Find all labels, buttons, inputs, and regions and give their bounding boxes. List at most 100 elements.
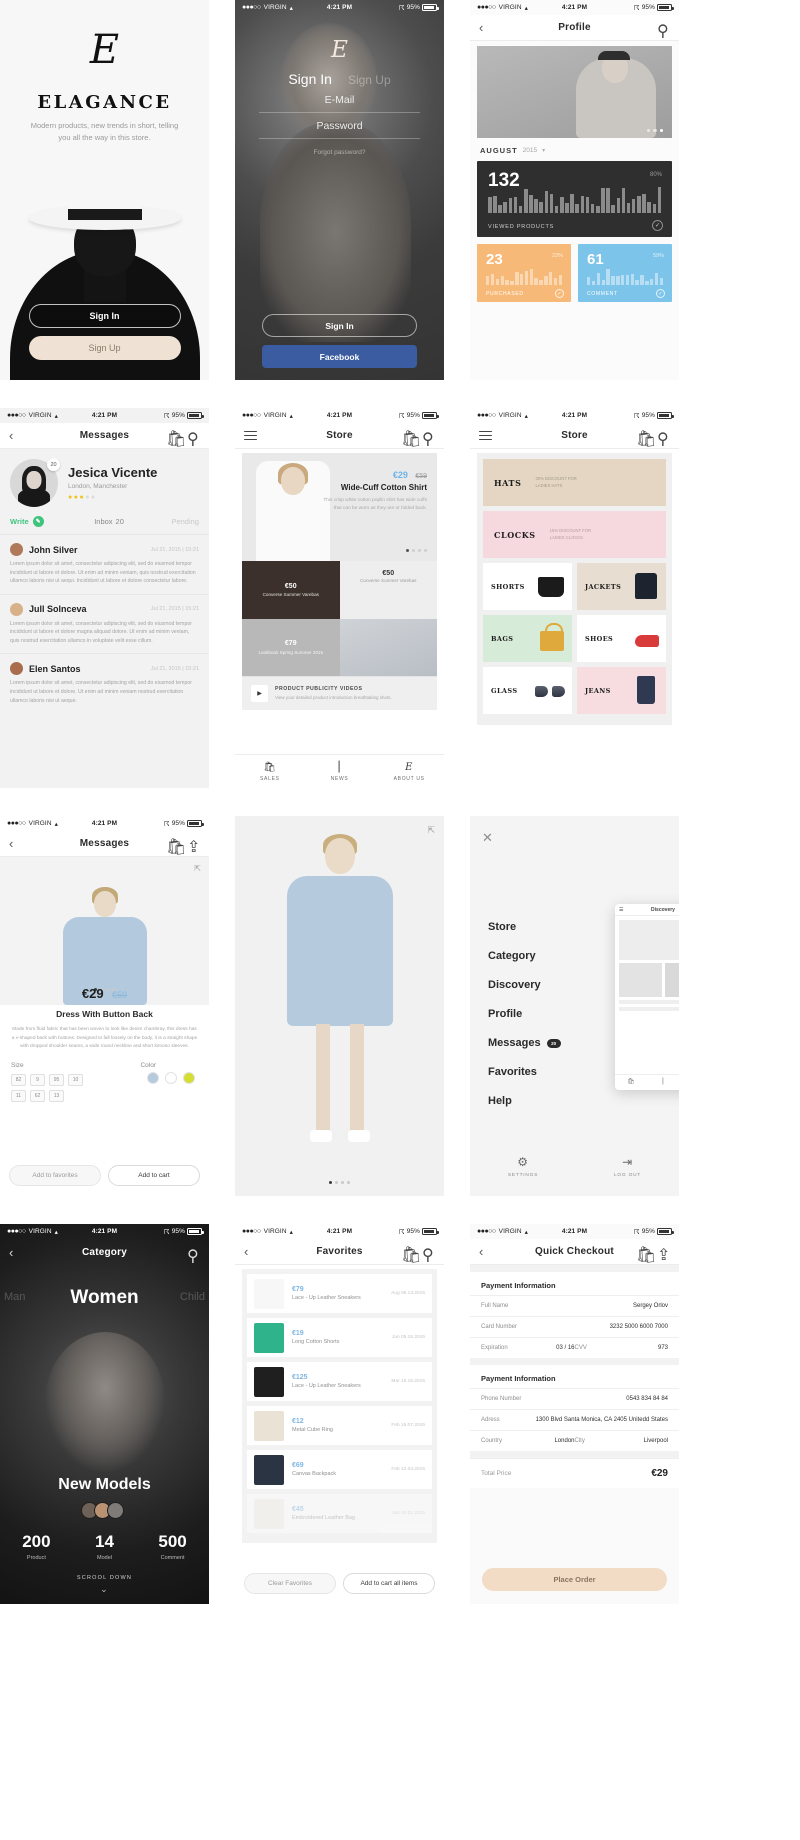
tab-pending[interactable]: Pending: [171, 517, 199, 526]
size-option[interactable]: 9: [30, 1073, 45, 1086]
category-card-bags[interactable]: BAGS: [483, 615, 572, 662]
list-item[interactable]: €125 Lace - Up Leather Sneakers Mar 15.1…: [247, 1362, 432, 1401]
place-order-button[interactable]: Place Order: [482, 1568, 667, 1591]
add-to-favorites-button[interactable]: Add to favorites: [9, 1165, 101, 1186]
color-swatch[interactable]: [147, 1071, 159, 1084]
settings-button[interactable]: ⚙ SETTINGS: [508, 1155, 538, 1178]
category-card-hats[interactable]: HATS 30% DISCOUNT FOR LADIES HATS: [483, 459, 666, 506]
bag-icon[interactable]: 🛍: [401, 429, 421, 448]
search-icon[interactable]: ⚲: [657, 429, 670, 448]
tab-news[interactable]: ⎮ NEWS: [305, 762, 375, 782]
video-promo[interactable]: ▶ PRODUCT PUBLICITY VIDEOS View your det…: [242, 676, 437, 710]
field-address[interactable]: Adress 1300 Blvd Santa Monica, CA 2405 U…: [470, 1409, 679, 1430]
size-option[interactable]: 95: [49, 1073, 64, 1086]
field-card-number[interactable]: Card Number 3232 5000 6000 7000: [470, 1316, 679, 1337]
search-icon[interactable]: ⚲: [187, 1246, 200, 1265]
product-tile[interactable]: €50 Converse Summer Varebas: [339, 561, 437, 619]
category-card-shoes[interactable]: SHOES: [577, 615, 666, 662]
category-prev[interactable]: Man: [4, 1291, 25, 1303]
carousel-dots[interactable]: [235, 1180, 444, 1184]
field-expiration-cvv[interactable]: Expiration 03 / 16 CVV 973: [470, 1337, 679, 1358]
category-card-shorts[interactable]: SHORTS: [483, 563, 572, 610]
product-photo[interactable]: [286, 834, 394, 1168]
list-item[interactable]: €45 Embroidered Leather Bag Jan 10.01.20…: [247, 1494, 432, 1533]
facebook-login-button[interactable]: Facebook: [262, 345, 417, 368]
bag-icon[interactable]: 🛍: [166, 429, 186, 448]
color-swatch[interactable]: [183, 1071, 195, 1084]
expand-icon[interactable]: ⇱: [427, 825, 435, 836]
menu-item-category[interactable]: Category: [488, 950, 561, 962]
size-option[interactable]: 13: [49, 1089, 64, 1102]
tab-sales[interactable]: 🛍 SALES: [235, 762, 305, 782]
share-icon[interactable]: ⇪: [187, 837, 200, 856]
clear-favorites-button[interactable]: Clear Favorites: [244, 1573, 336, 1594]
sign-in-button[interactable]: Sign In: [262, 314, 417, 337]
list-item[interactable]: €69 Canvas Backpack Feb 12.04.2015: [247, 1450, 432, 1489]
play-icon[interactable]: ▶: [251, 685, 268, 702]
list-item[interactable]: Elen Santos Jul 21, 2015 | 15:21 Lorem i…: [0, 653, 209, 714]
product-tile[interactable]: €79 Lookbook Spring Summer 2015: [242, 618, 340, 676]
tab-write[interactable]: Write ✎: [10, 516, 44, 527]
search-icon[interactable]: ⚲: [657, 21, 670, 40]
sign-up-button[interactable]: Sign Up: [28, 336, 181, 360]
stat-card-comment[interactable]: 61 59% COMMENT ✓: [578, 244, 672, 302]
bag-icon[interactable]: 🛍: [636, 429, 656, 448]
tab-about-us[interactable]: E ABOUT US: [374, 762, 444, 782]
list-item[interactable]: Jull Solnceva Jul 21, 2015 | 15:21 Lorem…: [0, 593, 209, 654]
list-item[interactable]: €79 Lace - Up Leather Sneakers Aug 06.13…: [247, 1274, 432, 1313]
model-avatars[interactable]: [0, 1502, 209, 1519]
expand-icon[interactable]: ⇱: [194, 864, 201, 873]
bag-icon[interactable]: 🛍: [401, 1245, 421, 1264]
product-photo[interactable]: ⇱: [0, 857, 209, 1005]
list-item[interactable]: John Silver Jul 21, 2015 | 15:21 Lorem i…: [0, 534, 209, 594]
tab-sign-up[interactable]: Sign Up: [348, 73, 391, 87]
field-country-city[interactable]: Country London City Liverpool: [470, 1430, 679, 1451]
bag-icon[interactable]: 🛍: [166, 837, 186, 856]
close-icon[interactable]: ✕: [482, 830, 493, 846]
category-card-jackets[interactable]: JACKETS: [577, 563, 666, 610]
color-swatch[interactable]: [165, 1071, 177, 1084]
password-field[interactable]: Password: [259, 113, 420, 139]
back-icon[interactable]: ‹: [9, 837, 22, 850]
size-selector[interactable]: 82 9 95 10 11 62 13: [0, 1073, 110, 1102]
search-icon[interactable]: ⚲: [422, 1245, 435, 1264]
product-tile[interactable]: €50 Converse Summer Varebas: [242, 561, 340, 619]
tab-inbox[interactable]: Inbox 20: [91, 517, 124, 526]
add-all-to-cart-button[interactable]: Add to cart all items: [343, 1573, 435, 1594]
month-selector[interactable]: AUGUST 2015 ▾: [470, 138, 679, 161]
back-icon[interactable]: ‹: [244, 1245, 257, 1258]
list-item[interactable]: €19 Long Cotton Shorts Jun 05.15.2015: [247, 1318, 432, 1357]
back-icon[interactable]: ‹: [479, 21, 492, 34]
menu-item-discovery[interactable]: Discovery: [488, 979, 561, 991]
category-next[interactable]: Child: [180, 1291, 205, 1303]
logout-button[interactable]: ⇥ LOG OUT: [614, 1155, 641, 1178]
featured-product[interactable]: €29 €59 Wide-Cuff Cotton Shirt This cris…: [242, 453, 437, 561]
field-phone-number[interactable]: Phone Number 0543 834 84 84: [470, 1388, 679, 1409]
field-full-name[interactable]: Full Name Sergey Orlov: [470, 1295, 679, 1316]
email-field[interactable]: E-Mail: [259, 87, 420, 113]
share-icon[interactable]: ⇪: [657, 1245, 670, 1264]
category-card-jeans[interactable]: JEANS: [577, 667, 666, 714]
search-icon[interactable]: ⚲: [422, 429, 435, 448]
add-to-cart-button[interactable]: Add to cart: [108, 1165, 200, 1186]
menu-item-profile[interactable]: Profile: [488, 1008, 561, 1020]
tab-sign-in[interactable]: Sign In: [288, 71, 332, 87]
bag-icon[interactable]: 🛍: [636, 1245, 656, 1264]
carousel-dots[interactable]: [406, 549, 427, 552]
size-option[interactable]: 62: [30, 1089, 45, 1102]
product-tile-photo[interactable]: [339, 618, 437, 676]
back-icon[interactable]: ‹: [479, 1245, 492, 1258]
forgot-password-link[interactable]: Forgot password?: [235, 149, 444, 156]
stat-card-purchased[interactable]: 23 23% PURCHASED ✓: [477, 244, 571, 302]
app-preview-card[interactable]: ☰ Discovery ⚲ 🛍⎮○: [615, 904, 679, 1090]
back-icon[interactable]: ‹: [9, 429, 22, 442]
back-icon[interactable]: ‹: [9, 1246, 22, 1259]
color-selector[interactable]: [147, 1071, 195, 1084]
category-card-glass[interactable]: GLASS: [483, 667, 572, 714]
search-icon[interactable]: ⚲: [187, 429, 200, 448]
size-option[interactable]: 10: [68, 1073, 83, 1086]
size-option[interactable]: 82: [11, 1073, 26, 1086]
category-card-clocks[interactable]: CLOCKS 15% DISCOUNT FOR LADIES CLOCKS: [483, 511, 666, 558]
menu-item-favorites[interactable]: Favorites: [488, 1066, 561, 1078]
size-option[interactable]: 11: [11, 1089, 26, 1102]
